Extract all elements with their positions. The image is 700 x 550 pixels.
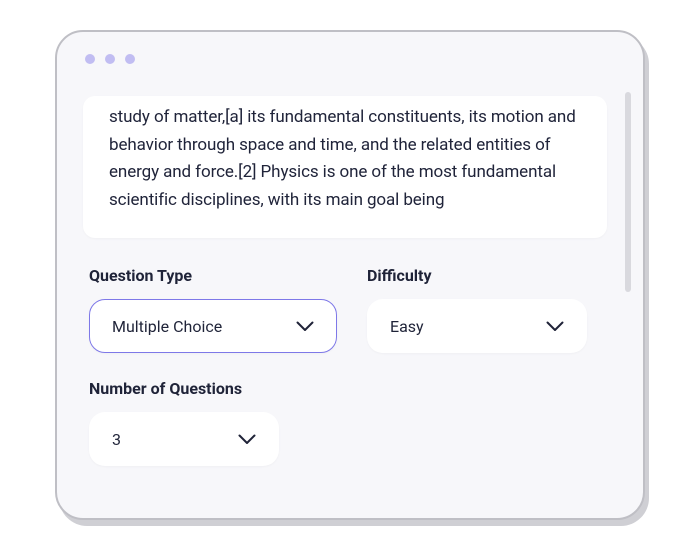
- difficulty-label: Difficulty: [367, 266, 587, 285]
- traffic-dot-2-icon[interactable]: [105, 54, 115, 64]
- titlebar: [57, 32, 643, 86]
- traffic-dot-1-icon[interactable]: [85, 54, 95, 64]
- app-window: study of matter,[a] its fundamental cons…: [55, 30, 645, 520]
- question-count-dropdown[interactable]: 3: [89, 412, 279, 466]
- question-type-label: Question Type: [89, 266, 337, 285]
- question-count-field: Number of Questions 3: [89, 379, 279, 466]
- controls-grid: Question Type Multiple Choice Difficulty…: [83, 266, 617, 466]
- question-type-field: Question Type Multiple Choice: [89, 266, 337, 353]
- chevron-down-icon: [546, 317, 564, 336]
- chevron-down-icon: [238, 430, 256, 449]
- source-text-card: study of matter,[a] its fundamental cons…: [83, 96, 607, 238]
- question-count-label: Number of Questions: [89, 379, 279, 398]
- question-type-dropdown[interactable]: Multiple Choice: [89, 299, 337, 353]
- difficulty-value: Easy: [390, 317, 424, 336]
- difficulty-dropdown[interactable]: Easy: [367, 299, 587, 353]
- content-area: study of matter,[a] its fundamental cons…: [57, 86, 643, 518]
- question-type-value: Multiple Choice: [112, 317, 222, 336]
- traffic-dot-3-icon[interactable]: [125, 54, 135, 64]
- question-count-value: 3: [112, 430, 121, 449]
- difficulty-field: Difficulty Easy: [367, 266, 587, 353]
- source-text: study of matter,[a] its fundamental cons…: [109, 104, 581, 214]
- chevron-down-icon: [296, 317, 314, 336]
